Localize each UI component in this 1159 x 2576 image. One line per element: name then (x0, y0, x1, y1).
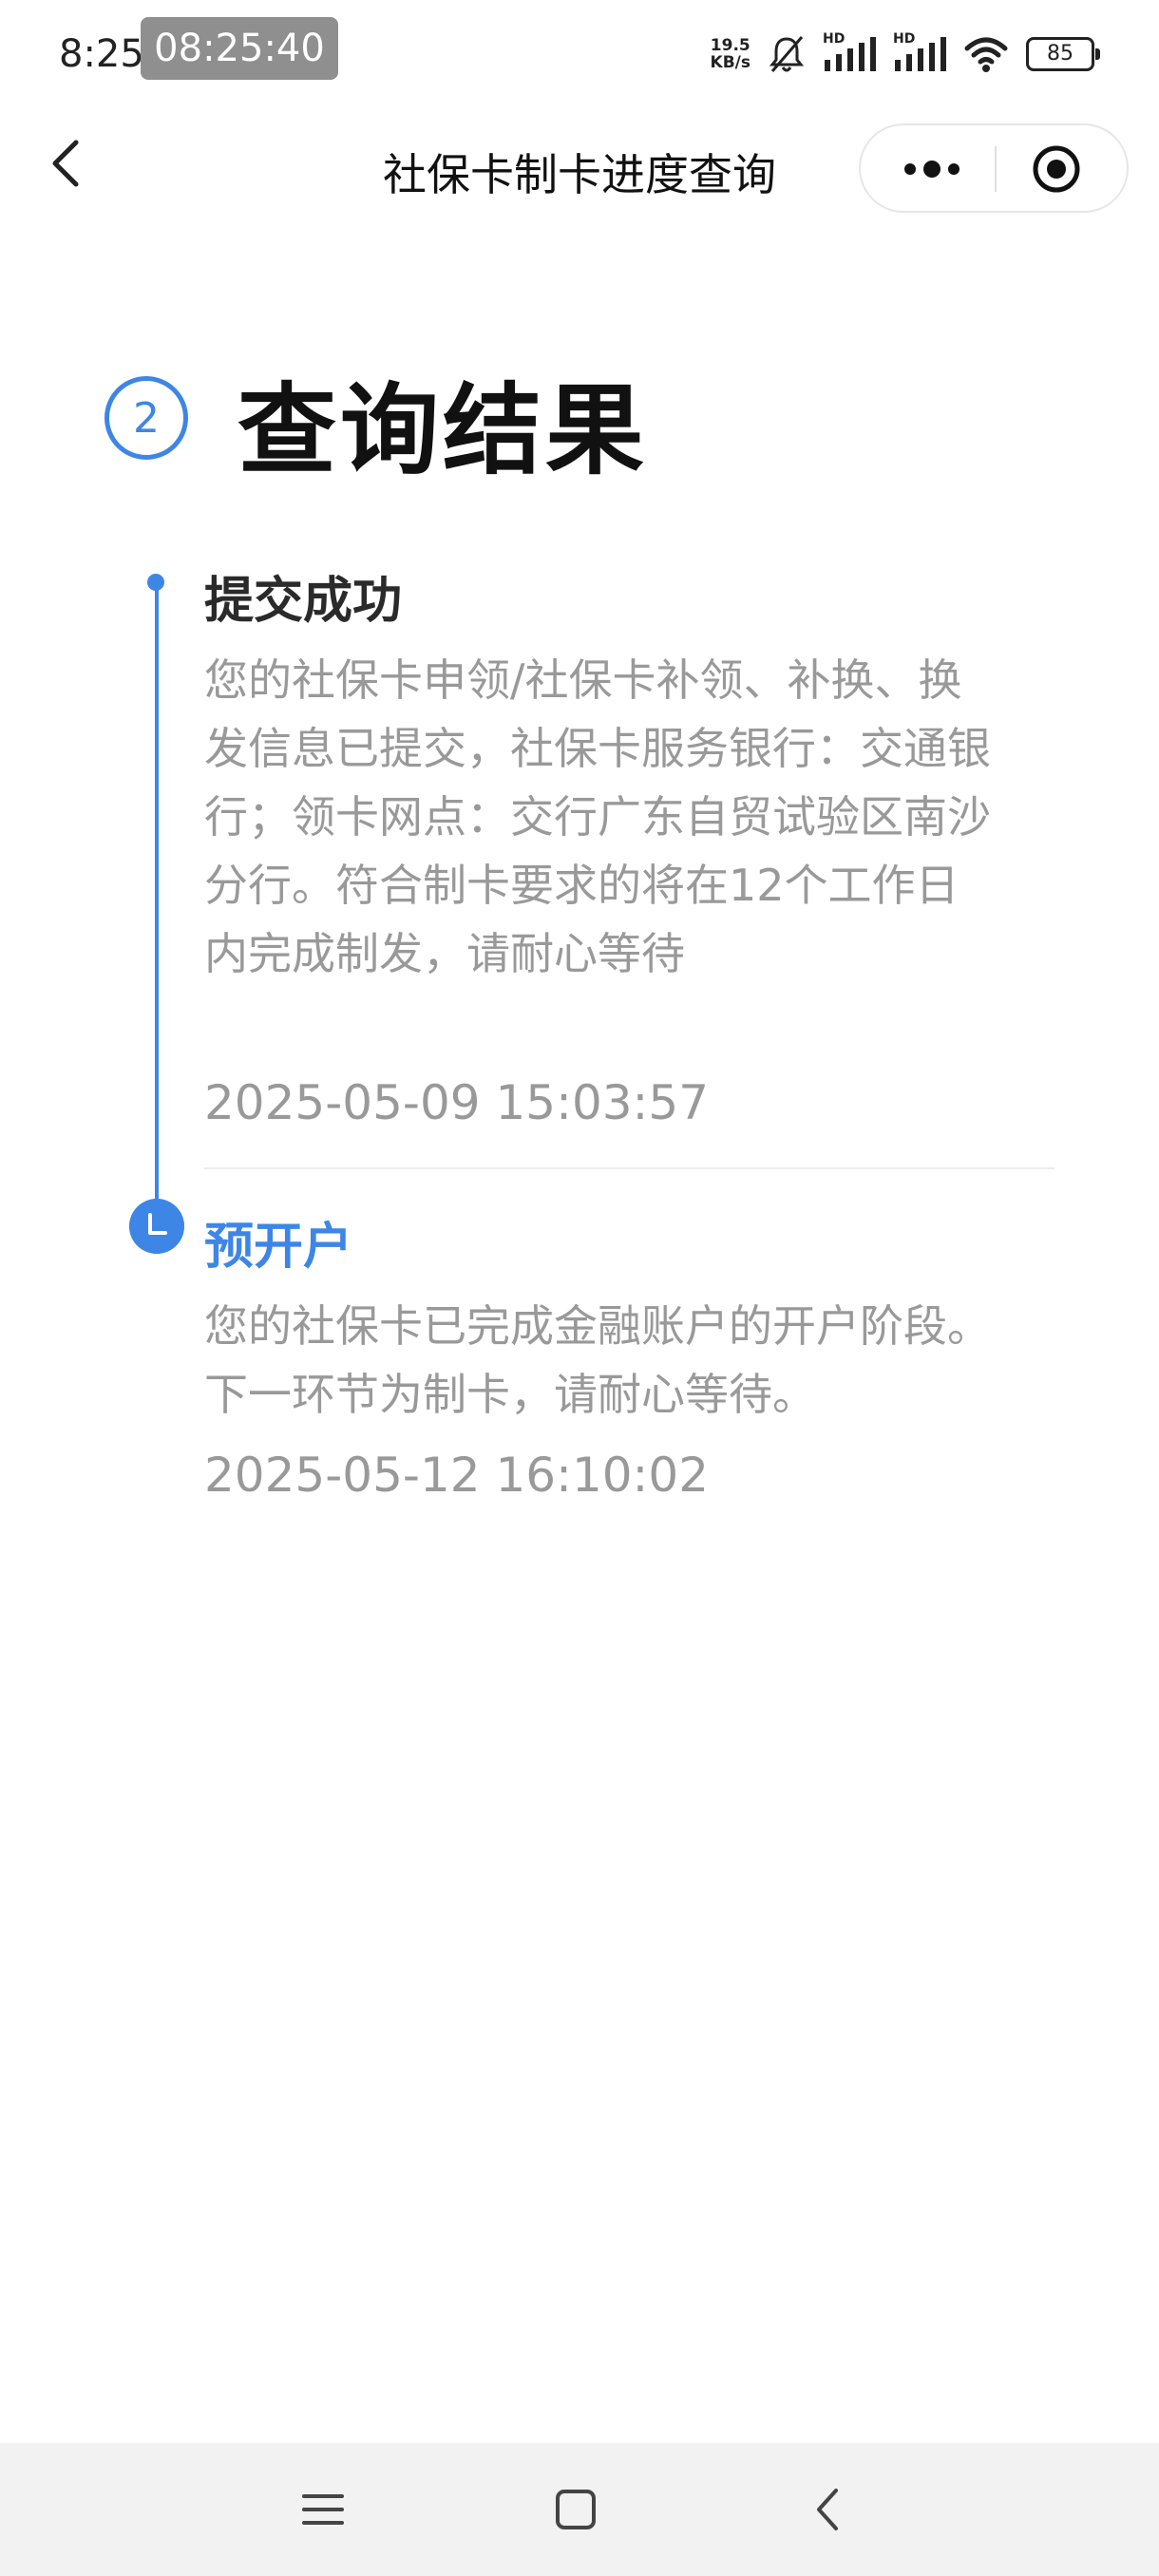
signal-bars-icon (895, 37, 946, 71)
back-nav-icon[interactable] (800, 2481, 857, 2538)
home-icon[interactable] (547, 2481, 604, 2538)
wifi-icon (964, 37, 1008, 72)
mini-program-capsule (859, 123, 1129, 213)
back-icon[interactable] (38, 135, 95, 192)
timeline-item-time: 2025-05-12 16:10:02 (204, 1448, 710, 1503)
screen-recorder-time: 08:25:40 (141, 17, 338, 80)
network-speed-unit: KB/s (710, 53, 750, 72)
network-speed: 19.5 KB/s (711, 37, 750, 71)
signal-sim2: HD (893, 31, 946, 75)
signal-bars-icon (825, 37, 876, 71)
close-target-icon[interactable] (1030, 142, 1083, 196)
nav-header: 社保卡制卡进度查询 (0, 114, 1159, 220)
system-nav-bar (0, 2443, 1159, 2576)
timeline-item-description: 您的社保卡已完成金融账户的开户阶段。下一环节为制卡，请耐心等待。 (204, 1300, 991, 1420)
timeline-item-title-current: 预开户 (204, 1219, 353, 1276)
menu-icon[interactable] (294, 2481, 352, 2538)
signal-sim1: HD (823, 31, 876, 75)
network-speed-value: 19.5 (710, 36, 750, 55)
status-time: 8:25 (59, 32, 144, 76)
capsule-divider (995, 146, 997, 192)
clock-icon (129, 1199, 184, 1254)
more-icon[interactable] (889, 144, 975, 194)
timeline-item-title: 提交成功 (204, 573, 403, 630)
battery-indicator: 85 (1026, 37, 1100, 71)
step-number-badge: 2 (104, 376, 188, 460)
timeline-dot (147, 574, 164, 591)
timeline-item-time: 2025-05-09 15:03:57 (204, 1075, 710, 1130)
bell-muted-icon (769, 36, 805, 72)
timeline-line (155, 581, 159, 1237)
timeline-item-description: 您的社保卡申领/社保卡补领、补换、换发信息已提交，社保卡服务银行：交通银行；领卡… (204, 654, 991, 979)
status-bar: 8:25 08:25:40 19.5 KB/s HD HD 85 (0, 0, 1159, 104)
timeline-divider (204, 1167, 1054, 1169)
result-title: 查询结果 (238, 372, 649, 488)
page-title: 社保卡制卡进度查询 (383, 149, 776, 200)
status-icons: 19.5 KB/s HD HD 85 (711, 30, 1100, 78)
